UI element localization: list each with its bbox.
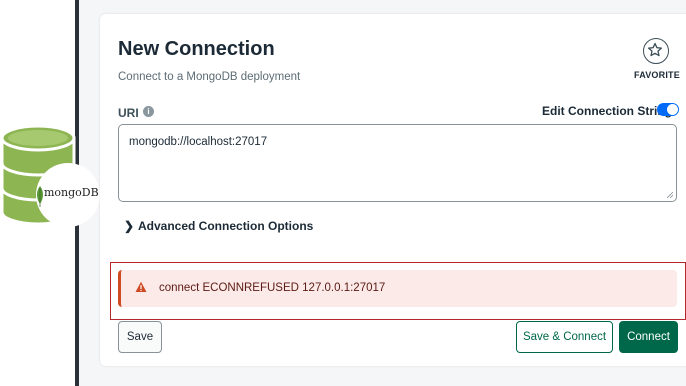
edit-connection-string-toggle[interactable] bbox=[657, 103, 679, 116]
chevron-right-icon[interactable]: ❯ bbox=[124, 219, 134, 233]
error-message: connect ECONNREFUSED 127.0.0.1:27017 bbox=[159, 282, 386, 294]
dialog-subtitle: Connect to a MongoDB deployment bbox=[118, 71, 301, 83]
save-and-connect-button[interactable]: Save & Connect bbox=[516, 321, 613, 353]
resize-grip-icon[interactable] bbox=[667, 192, 673, 198]
mongodb-logo bbox=[0, 118, 100, 228]
info-icon[interactable]: i bbox=[143, 106, 154, 117]
save-button[interactable]: Save bbox=[118, 321, 162, 353]
toggle-knob bbox=[667, 104, 678, 115]
dialog-title: New Connection bbox=[118, 38, 275, 60]
favorite-button[interactable]: FAVORITE bbox=[634, 38, 680, 82]
uri-label: URI bbox=[118, 106, 139, 120]
mongodb-wordmark: mongoDB bbox=[44, 186, 99, 199]
error-banner: connect ECONNREFUSED 127.0.0.1:27017 bbox=[118, 270, 677, 307]
uri-value: mongodb://localhost:27017 bbox=[129, 136, 268, 148]
warning-icon bbox=[135, 281, 147, 292]
star-icon bbox=[643, 38, 669, 64]
connect-button[interactable]: Connect bbox=[619, 321, 678, 353]
uri-input[interactable]: mongodb://localhost:27017 bbox=[118, 124, 677, 202]
favorite-label: FAVORITE bbox=[634, 70, 680, 80]
advanced-connection-options-toggle[interactable]: Advanced Connection Options bbox=[138, 219, 313, 233]
edit-connection-string-label: Edit Connection String bbox=[542, 104, 672, 118]
